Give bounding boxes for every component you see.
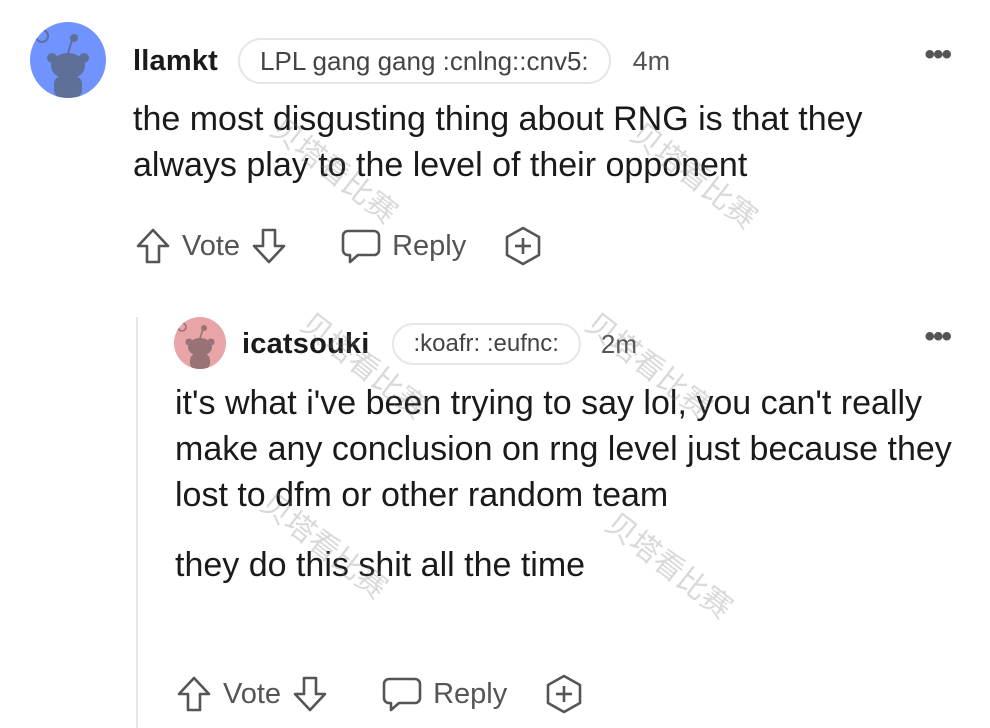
reply-button[interactable]: Reply <box>381 675 507 713</box>
reply-label: Reply <box>433 677 508 710</box>
avatar[interactable] <box>30 22 106 98</box>
comment-body: it's what i've been trying to say lol, y… <box>175 380 955 588</box>
comment-actions: Vote Reply <box>134 222 544 270</box>
timestamp: 4m <box>632 45 671 76</box>
downvote-icon[interactable] <box>291 674 329 714</box>
comment-header: llamkt LPL gang gang :cnlng::cnv5: 4m <box>133 38 670 84</box>
snoo-avatar-icon <box>30 22 106 98</box>
vote-group: Vote <box>175 674 329 714</box>
upvote-icon[interactable] <box>175 674 213 714</box>
more-options-icon[interactable]: ••• <box>924 322 951 352</box>
vote-label: Vote <box>223 677 282 710</box>
username[interactable]: icatsouki <box>242 328 370 361</box>
username[interactable]: llamkt <box>133 45 218 78</box>
reply-icon <box>382 677 422 712</box>
comment-paragraph: it's what i've been trying to say lol, y… <box>175 384 952 514</box>
award-button[interactable] <box>502 225 544 267</box>
downvote-icon[interactable] <box>250 226 288 266</box>
reply-icon <box>341 229 381 264</box>
more-options-icon[interactable]: ••• <box>924 40 951 70</box>
thread-line[interactable] <box>136 317 138 728</box>
comment-body: the most disgusting thing about RNG is t… <box>133 96 963 188</box>
vote-label: Vote <box>182 229 241 262</box>
user-flair: LPL gang gang :cnlng::cnv5: <box>238 38 611 84</box>
comment-header: icatsouki :koafr: :eufnc: 2m <box>242 322 637 366</box>
comment-text: the most disgusting thing about RNG is t… <box>133 100 863 184</box>
award-plus-icon <box>505 226 541 266</box>
user-flair: :koafr: :eufnc: <box>391 323 581 365</box>
comment-actions: Vote Reply <box>175 670 585 718</box>
reply-label: Reply <box>392 229 467 262</box>
timestamp: 2m <box>600 328 638 359</box>
award-plus-icon <box>546 674 582 714</box>
vote-group: Vote <box>134 226 288 266</box>
upvote-icon[interactable] <box>134 226 172 266</box>
comment-paragraph: they do this shit all the time <box>175 546 586 584</box>
snoo-avatar-icon <box>174 317 226 369</box>
award-button[interactable] <box>543 673 585 715</box>
avatar[interactable] <box>174 317 226 369</box>
reply-button[interactable]: Reply <box>340 227 466 265</box>
